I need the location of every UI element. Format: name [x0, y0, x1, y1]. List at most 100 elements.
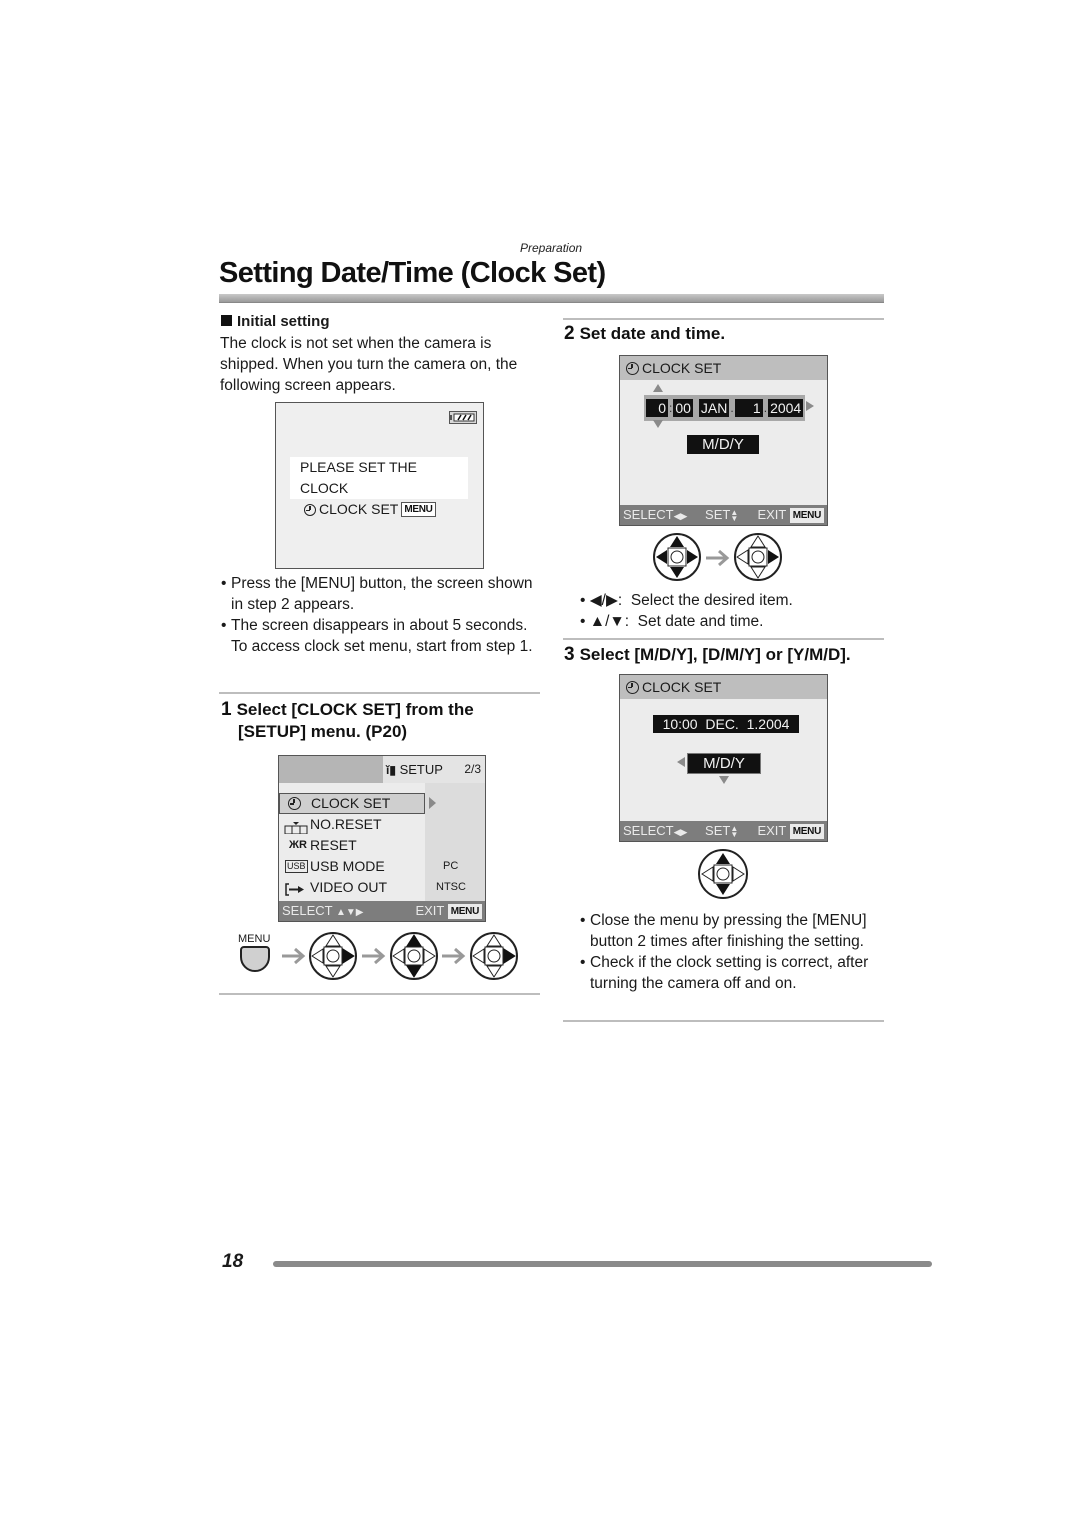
- menu-badge: MENU: [401, 502, 436, 517]
- setup-menu-footer: SELECT ▲▼▶ EXIT MENU: [279, 901, 485, 921]
- bullet-text: Press the [MENU] button, the screen show…: [231, 575, 533, 613]
- reset-icon: ЖR: [289, 839, 307, 851]
- setup-menu-list: CLOCK SET NO.RESET ЖR RESET USB USB MODE…: [279, 793, 487, 898]
- section-divider: [563, 318, 884, 320]
- up-down-icon: ▲ ▼: [730, 823, 739, 839]
- setup-tab-label: SETUP: [399, 762, 443, 777]
- clock-set-screen-step2: CLOCK SET 0 : 00 JAN . 1 . 2004 M/D/Y SE…: [619, 355, 828, 526]
- step3-bullets: • Close the menu by pressing the [MENU] b…: [580, 910, 880, 994]
- menu-item-label: NO.RESET: [310, 816, 382, 832]
- setup-page-indicator: 2/3: [464, 762, 481, 776]
- clock-set-footer: SELECT◀▶ SET▲ ▼ EXIT MENU: [620, 505, 827, 525]
- clock-icon: [626, 361, 639, 375]
- footer-select-label: SELECT: [282, 903, 333, 918]
- menu-badge: MENU: [789, 508, 824, 524]
- step3-heading: 3 Select [M/D/Y], [D/M/Y] or [Y/M/D].: [564, 644, 851, 666]
- bullet-item: • Press the [MENU] button, the screen sho…: [221, 575, 533, 613]
- step-number: 1: [221, 699, 232, 720]
- footer-select-label: SELECT: [623, 507, 674, 522]
- number-reset-icon: [284, 819, 308, 835]
- down-arrow-icon: [719, 776, 729, 784]
- initial-setting-paragraph: The clock is not set when the camera is …: [220, 335, 518, 394]
- submenu-arrow-icon: [429, 797, 436, 809]
- arrow-right-icon: [362, 947, 386, 965]
- dpad-up-down-icon: [698, 849, 748, 899]
- initial-setting-heading: Initial setting: [221, 313, 330, 330]
- clock-set-header: CLOCK SET: [620, 675, 827, 699]
- clock-icon: [626, 680, 639, 694]
- day-field[interactable]: 1: [734, 399, 763, 417]
- year-field[interactable]: 2004: [768, 399, 804, 417]
- menu-item-label: RESET: [310, 837, 357, 853]
- bullet-item: • ◀/▶: Select the desired item.: [580, 592, 793, 609]
- right-arrow-icon: [806, 401, 814, 411]
- menu-item-label: VIDEO OUT: [310, 879, 388, 895]
- initial-setting-bullets: • Press the [MENU] button, the screen sho…: [221, 573, 541, 657]
- bullet-text: Check if the clock setting is correct, a…: [590, 954, 869, 992]
- date-format-field[interactable]: M/D/Y: [687, 753, 761, 774]
- menu-item-clock-set[interactable]: CLOCK SET: [279, 793, 436, 814]
- menu-tab-inactive: [279, 756, 383, 783]
- month-field[interactable]: JAN: [698, 399, 730, 417]
- menu-item-video-out[interactable]: VIDEO OUT NTSC: [279, 877, 487, 898]
- datetime-fields: 0 : 00 JAN . 1 . 2004: [644, 395, 806, 421]
- footer-set-label: SET: [705, 823, 731, 838]
- step3-heading-text: Select [M/D/Y], [D/M/Y] or [Y/M/D].: [579, 645, 851, 664]
- dpad-right-icon: [309, 932, 357, 980]
- section-label: Preparation: [520, 241, 583, 255]
- usb-icon: USB: [285, 860, 308, 873]
- bullet-item: • Check if the clock setting is correct, …: [580, 954, 869, 992]
- square-bullet-icon: [221, 315, 232, 326]
- clock-set-title: CLOCK SET: [642, 360, 722, 376]
- key-hint: ◀/▶: [589, 592, 618, 609]
- step-number: 2: [564, 323, 575, 344]
- step1-heading-line1: Select [CLOCK SET] from the: [236, 700, 474, 719]
- left-right-icon: ◀▶: [673, 511, 688, 521]
- menu-item-no-reset[interactable]: NO.RESET: [279, 814, 487, 835]
- menu-badge: MENU: [447, 904, 482, 920]
- footer-exit-label: EXIT: [757, 823, 787, 838]
- dpad-right-icon: [734, 533, 782, 581]
- step-number: 3: [564, 644, 575, 665]
- menu-item-usb-mode[interactable]: USB USB MODE PC: [279, 856, 487, 877]
- bullet-text: Close the menu by pressing the [MENU] bu…: [590, 912, 867, 950]
- step2-bullets: • ◀/▶: Select the desired item. • ▲/▼: S…: [580, 590, 880, 632]
- footer-exit-label: EXIT: [757, 507, 787, 522]
- clock-message-box: PLEASE SET THE CLOCK CLOCK SET MENU: [290, 457, 468, 517]
- title-rule: [219, 294, 884, 303]
- dpad-all-directions-icon: [653, 533, 701, 581]
- arrow-right-icon: [706, 549, 730, 567]
- step1-button-sequence: [282, 932, 518, 980]
- bullet-item: • Close the menu by pressing the [MENU] b…: [580, 912, 867, 950]
- bullet-item: • The screen disappears in about 5 second…: [221, 617, 533, 655]
- footer-exit-label: EXIT: [415, 903, 445, 918]
- clock-message-line1: PLEASE SET THE CLOCK: [300, 459, 417, 496]
- clock-set-header: CLOCK SET: [620, 356, 827, 380]
- bullet-text: The screen disappears in about 5 seconds…: [231, 617, 533, 655]
- please-set-clock-screen: PLEASE SET THE CLOCK CLOCK SET MENU: [275, 402, 484, 569]
- footer-rule: [273, 1261, 932, 1267]
- menu-button[interactable]: [240, 946, 270, 972]
- clock-message-line2: CLOCK SET: [319, 501, 399, 517]
- date-format-field[interactable]: M/D/Y: [687, 435, 759, 454]
- section-divider: [563, 1020, 884, 1022]
- down-arrow-icon: [653, 420, 663, 428]
- hour-field[interactable]: 0: [646, 399, 668, 417]
- clock-icon: [288, 797, 301, 810]
- section-divider: [563, 638, 884, 640]
- step3-button-sequence: [698, 849, 748, 899]
- footer-select-label: SELECT: [623, 823, 674, 838]
- bullet-item: • ▲/▼: Set date and time.: [580, 613, 764, 630]
- dpad-up-down-icon: [390, 932, 438, 980]
- left-arrow-icon: [677, 757, 685, 767]
- key-hint: ▲/▼: [589, 613, 625, 630]
- menu-item-reset[interactable]: ЖR RESET: [279, 835, 487, 856]
- up-arrow-icon: [653, 384, 663, 392]
- setup-tab[interactable]: ĭ▮ SETUP 2/3: [383, 756, 485, 783]
- setup-wrench-icon: ĭ▮: [386, 763, 396, 777]
- menu-item-label: USB MODE: [310, 858, 385, 874]
- step2-heading-text: Set date and time.: [579, 324, 726, 343]
- bullet-text: Select the desired item.: [630, 592, 793, 609]
- menu-item-label: CLOCK SET: [311, 795, 391, 811]
- minute-field[interactable]: 00: [673, 399, 693, 417]
